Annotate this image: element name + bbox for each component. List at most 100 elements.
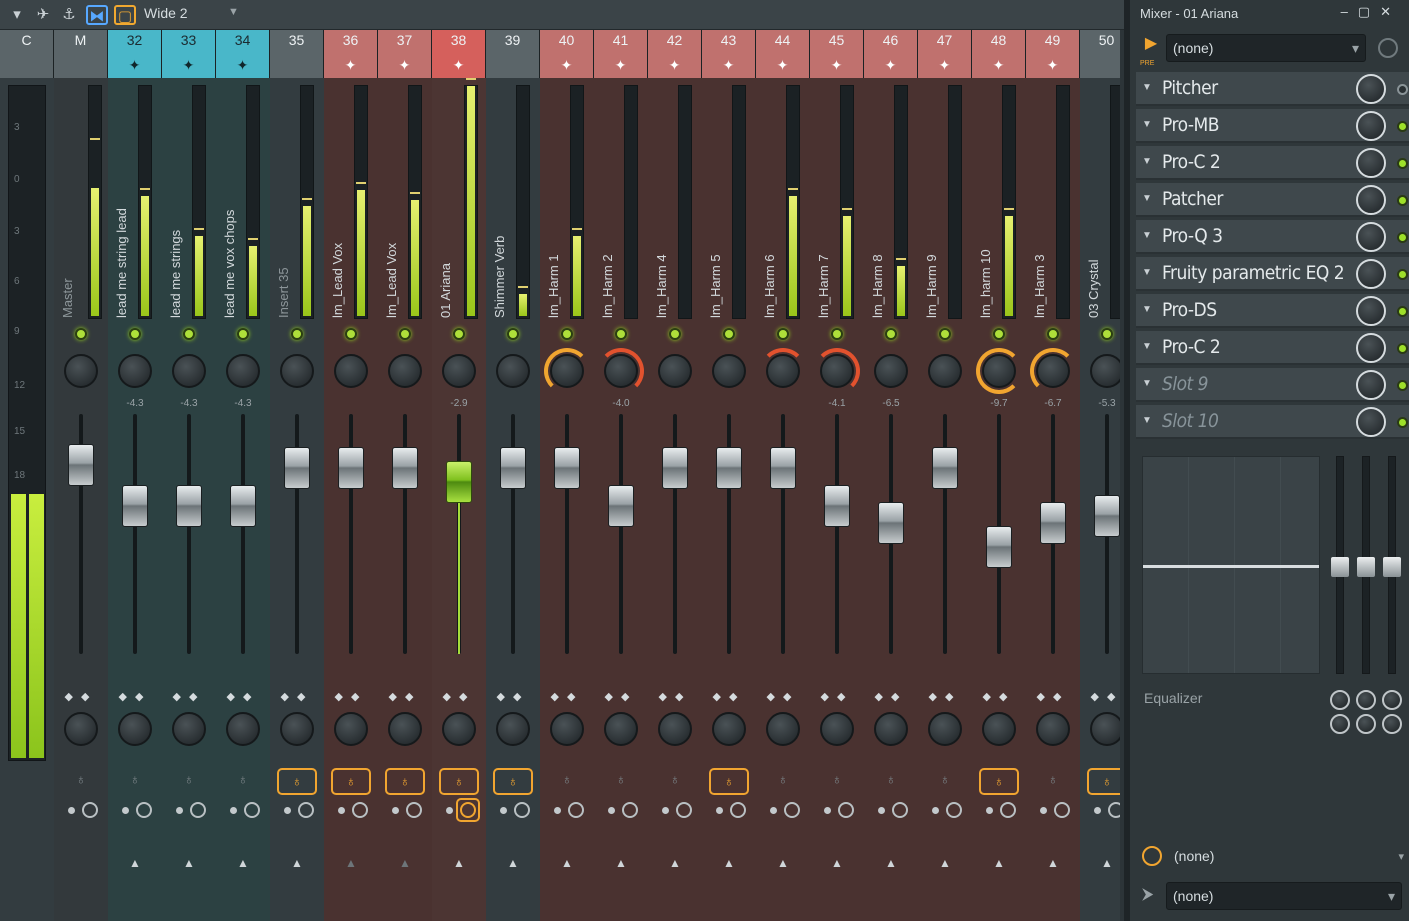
pan-knob[interactable] — [550, 354, 584, 388]
channel-header[interactable]: 50 — [1080, 30, 1120, 78]
stereo-knob[interactable] — [388, 712, 422, 746]
header-m[interactable]: M — [54, 30, 108, 78]
channel-led[interactable] — [561, 328, 573, 340]
dot-icon[interactable] — [554, 807, 561, 814]
channel-header[interactable]: 36 ✦ — [324, 30, 378, 78]
channel-header[interactable]: 45 ✦ — [810, 30, 864, 78]
menu-arrow-icon[interactable]: ▾ — [6, 5, 28, 25]
channel-name[interactable]: lm_Harm 9 — [924, 90, 954, 318]
swap-arrows-icon[interactable]: ◆◆ — [114, 690, 156, 706]
channel-led[interactable] — [615, 328, 627, 340]
pan-knob[interactable] — [874, 354, 908, 388]
stereo-knob[interactable] — [496, 712, 530, 746]
mix-knob[interactable] — [1356, 333, 1386, 363]
fx-toggle-icon[interactable]: ♁ — [493, 768, 533, 795]
slot-led[interactable] — [1397, 306, 1408, 317]
dot-icon[interactable] — [230, 807, 237, 814]
channel-name[interactable]: Shimmer Verb — [492, 90, 522, 318]
fx-slot-label[interactable]: Pro-MB — [1162, 114, 1220, 136]
volume-fader[interactable] — [824, 485, 850, 527]
clock-icon[interactable] — [1378, 38, 1398, 58]
channel-name[interactable]: lm_Harm 5 — [708, 90, 738, 318]
stereo-knob[interactable] — [172, 712, 206, 746]
stereo-knob[interactable] — [118, 712, 152, 746]
slot-led[interactable] — [1397, 343, 1408, 354]
swap-arrows-icon[interactable]: ◆◆ — [708, 690, 750, 706]
dot-icon[interactable] — [662, 807, 669, 814]
clock-icon[interactable] — [730, 802, 746, 818]
mixer-channel-43[interactable]: 43 ✦ lm_Harm 5 ◆◆ ♁ ▲ — [702, 30, 756, 921]
stereo-knob[interactable] — [820, 712, 854, 746]
chevron-down-icon[interactable]: ▼ — [1142, 156, 1152, 167]
stereo-knob[interactable] — [334, 712, 368, 746]
channel-name[interactable]: 03 Crystal — [1086, 90, 1116, 318]
channel-header[interactable]: 47 ✦ — [918, 30, 972, 78]
mixer-channel-49[interactable]: 49 ✦ lm_Harm 3 -6.7 ◆◆ ♁ ▲ — [1026, 30, 1080, 921]
fx-slot-10[interactable]: ▼ Slot 10 — [1136, 405, 1409, 439]
chevron-down-icon[interactable]: ▼ — [1142, 415, 1152, 426]
volume-fader[interactable] — [986, 526, 1012, 568]
clock-icon[interactable] — [190, 802, 206, 818]
slot-led[interactable] — [1397, 195, 1408, 206]
channel-led[interactable] — [993, 328, 1005, 340]
mix-knob[interactable] — [1356, 296, 1386, 326]
channel-led[interactable] — [129, 328, 141, 340]
channel-header[interactable]: 46 ✦ — [864, 30, 918, 78]
fx-slot-label[interactable]: Slot 10 — [1162, 410, 1219, 432]
mixer-channel-32[interactable]: 32 ✦ lead me string lead -4.3 ◆◆ ♁ ▲ — [108, 30, 162, 921]
fx-toggle-icon[interactable]: ♁ — [61, 768, 101, 795]
channel-header[interactable]: 33 ✦ — [162, 30, 216, 78]
clock-icon[interactable] — [352, 802, 368, 818]
channel-led[interactable] — [507, 328, 519, 340]
dot-icon[interactable] — [716, 807, 723, 814]
volume-fader[interactable] — [662, 447, 688, 489]
link-icon[interactable]: ⧓ — [86, 5, 108, 25]
clock-icon[interactable] — [838, 802, 854, 818]
channel-name[interactable]: lm_Harm 7 — [816, 90, 846, 318]
chevron-down-icon[interactable]: ▼ — [1142, 193, 1152, 204]
swap-arrows-icon[interactable]: ◆◆ — [168, 690, 210, 706]
volume-fader[interactable] — [608, 485, 634, 527]
eq-freq-knob-1[interactable] — [1330, 690, 1350, 710]
volume-fader[interactable] — [554, 447, 580, 489]
mix-knob[interactable] — [1356, 111, 1386, 141]
stereo-knob[interactable] — [280, 712, 314, 746]
dot-icon[interactable] — [824, 807, 831, 814]
eq-bw-knob-1[interactable] — [1330, 714, 1350, 734]
chevron-down-icon[interactable]: ▾ — [1398, 850, 1404, 863]
fx-slot-label[interactable]: Patcher — [1162, 188, 1223, 210]
channel-header[interactable]: 49 ✦ — [1026, 30, 1080, 78]
fx-slot-label[interactable]: Pro-Q 3 — [1162, 225, 1223, 247]
fx-slot-6[interactable]: ▼ Fruity parametric EQ 2 — [1136, 257, 1409, 291]
send-arrow-icon[interactable]: ▲ — [648, 856, 702, 870]
mixer-channel-37[interactable]: 37 ✦ lm_Lead Vox ◆◆ ♁ ▲ — [378, 30, 432, 921]
swap-arrows-icon[interactable]: ◆◆ — [870, 690, 912, 706]
dot-icon[interactable] — [1040, 807, 1047, 814]
mixer-channel-48[interactable]: 48 ✦ lm_harm 10 -9.7 ◆◆ ♁ ▲ — [972, 30, 1026, 921]
channel-name[interactable]: lm_Lead Vox — [384, 90, 414, 318]
stereo-knob[interactable] — [1090, 712, 1120, 746]
clock-icon[interactable] — [1054, 802, 1070, 818]
fx-toggle-icon[interactable]: ♁ — [655, 768, 695, 795]
volume-fader[interactable] — [716, 447, 742, 489]
channel-name[interactable]: lm_Harm 6 — [762, 90, 792, 318]
mixer-channel-40[interactable]: 40 ✦ lm_Harm 1 ◆◆ ♁ ▲ — [540, 30, 594, 921]
channel-led[interactable] — [777, 328, 789, 340]
channel-header[interactable]: 44 ✦ — [756, 30, 810, 78]
clock-icon[interactable] — [892, 802, 908, 818]
pan-knob[interactable] — [712, 354, 746, 388]
slot-led[interactable] — [1397, 121, 1408, 132]
channel-led[interactable] — [345, 328, 357, 340]
pan-knob[interactable] — [280, 354, 314, 388]
volume-fader[interactable] — [770, 447, 796, 489]
channel-header[interactable]: 37 ✦ — [378, 30, 432, 78]
fx-slot-label[interactable]: Pro-C 2 — [1162, 336, 1221, 358]
pan-knob[interactable] — [982, 354, 1016, 388]
stereo-knob[interactable] — [442, 712, 476, 746]
channel-led[interactable] — [291, 328, 303, 340]
stereo-knob[interactable] — [712, 712, 746, 746]
fx-slot-label[interactable]: Pitcher — [1162, 77, 1218, 99]
mixer-channel-45[interactable]: 45 ✦ lm_Harm 7 -4.1 ◆◆ ♁ ▲ — [810, 30, 864, 921]
dot-icon[interactable] — [986, 807, 993, 814]
fx-toggle-icon[interactable]: ♁ — [709, 768, 749, 795]
